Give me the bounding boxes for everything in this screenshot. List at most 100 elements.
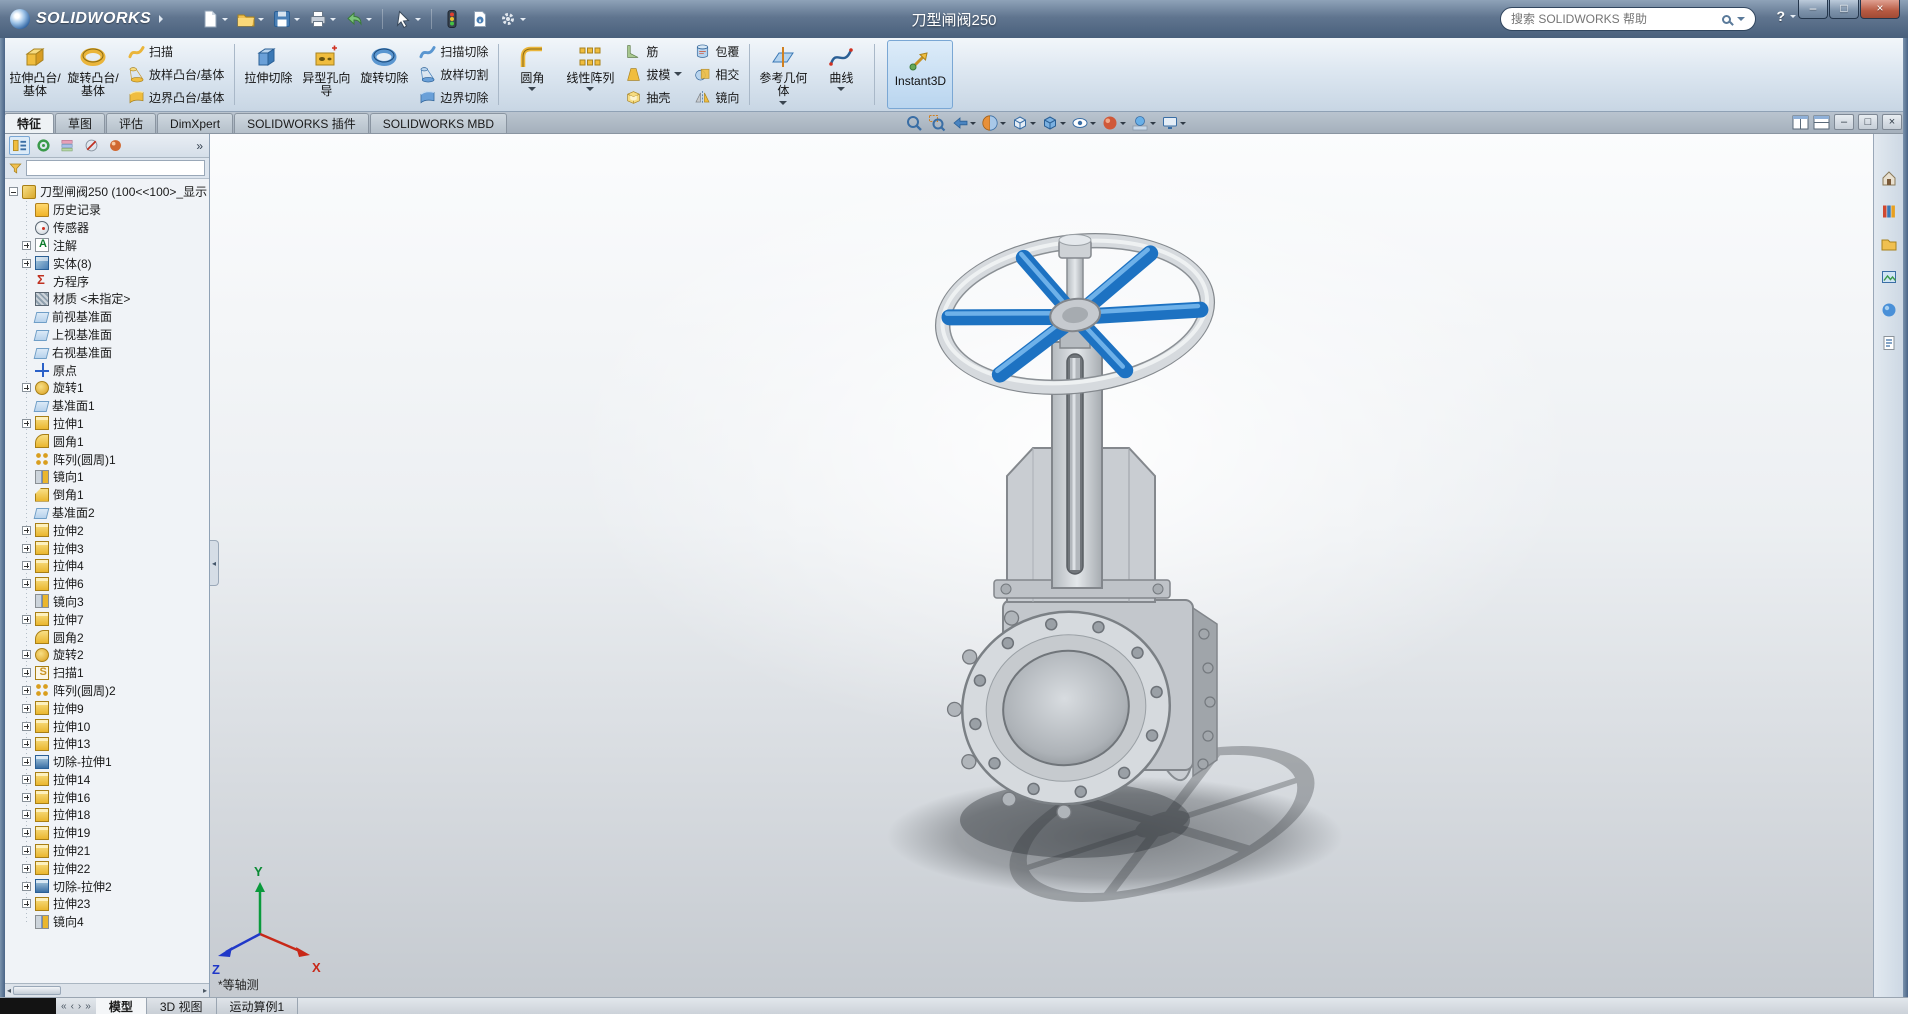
tree-item[interactable]: 传感器 <box>9 219 209 237</box>
sweep-cut-button[interactable]: 扫描切除 <box>415 41 492 62</box>
window-cascade-icon[interactable] <box>1813 115 1830 130</box>
view-palette-button[interactable] <box>1879 267 1899 287</box>
expand-toggle[interactable] <box>22 917 31 926</box>
dropdown-icon[interactable] <box>586 87 594 95</box>
expand-toggle[interactable] <box>22 775 31 784</box>
tree-item[interactable]: 基准面2 <box>9 504 209 522</box>
expand-toggle[interactable] <box>22 526 31 535</box>
tab-scroll-next-icon[interactable]: › <box>78 1001 81 1012</box>
window-tile-icon[interactable] <box>1792 115 1809 130</box>
print-button[interactable] <box>305 6 339 32</box>
file-explorer-button[interactable] <box>1879 234 1899 254</box>
fillet-button[interactable]: 圆角 <box>503 40 561 109</box>
tree-item[interactable]: 上视基准面 <box>9 326 209 344</box>
expand-toggle[interactable] <box>22 205 31 214</box>
panel-collapse-handle[interactable]: ◂ <box>210 540 219 586</box>
tree-item[interactable]: 圆角2 <box>9 628 209 646</box>
expand-toggle[interactable] <box>22 383 31 392</box>
view-orientation-button[interactable] <box>1011 114 1036 132</box>
command-tab[interactable]: 评估 <box>106 113 156 133</box>
tree-item[interactable]: 拉伸1 <box>9 415 209 433</box>
search-dropdown-icon[interactable] <box>1737 17 1745 25</box>
document-tab[interactable]: 运动算例1 <box>217 998 299 1014</box>
expand-toggle[interactable] <box>22 259 31 268</box>
apply-scene-button[interactable] <box>1131 114 1156 132</box>
scroll-right-icon[interactable]: ▸ <box>203 986 207 995</box>
expand-toggle[interactable] <box>22 899 31 908</box>
featuremanager-tree-tab[interactable] <box>9 136 30 155</box>
expand-toggle[interactable] <box>22 650 31 659</box>
solidworks-resources-button[interactable] <box>1879 168 1899 188</box>
expand-toggle[interactable] <box>22 828 31 837</box>
tree-item[interactable]: 倒角1 <box>9 486 209 504</box>
tree-item[interactable]: 拉伸18 <box>9 806 209 824</box>
hole-wizard-button[interactable]: 异型孔向导 <box>297 40 355 109</box>
configurationmanager-tab[interactable] <box>57 136 78 155</box>
rebuild-button[interactable] <box>439 6 465 32</box>
expand-toggle[interactable] <box>22 615 31 624</box>
search-input[interactable] <box>1511 12 1716 26</box>
doc-close-button[interactable]: × <box>1882 114 1902 130</box>
command-tab[interactable]: SOLIDWORKS 插件 <box>234 113 369 133</box>
dropdown-icon[interactable] <box>837 87 845 95</box>
tab-scroll-last-icon[interactable]: » <box>85 1001 91 1012</box>
zoom-to-area-button[interactable] <box>928 114 946 132</box>
tree-item[interactable]: 旋转1 <box>9 379 209 397</box>
tree-item[interactable]: 拉伸6 <box>9 575 209 593</box>
command-tab[interactable]: 特征 <box>4 113 54 133</box>
expand-toggle[interactable] <box>22 864 31 873</box>
expand-toggle[interactable] <box>22 366 31 375</box>
tree-item[interactable]: 拉伸2 <box>9 521 209 539</box>
dropdown-icon[interactable] <box>528 87 536 95</box>
extrude-cut-button[interactable]: 拉伸切除 <box>239 40 297 109</box>
loft-cut-button[interactable]: 放样切割 <box>415 64 492 85</box>
expand-toggle[interactable] <box>22 739 31 748</box>
edit-appearance-button[interactable] <box>1101 114 1126 132</box>
loft-boss-button[interactable]: 放样凸台/基体 <box>124 64 228 85</box>
tree-item[interactable]: 拉伸4 <box>9 557 209 575</box>
expand-toggle[interactable] <box>22 810 31 819</box>
expand-toggle[interactable] <box>22 472 31 481</box>
tree-item[interactable]: 切除-拉伸1 <box>9 753 209 771</box>
maximize-button[interactable]: □ <box>1829 0 1859 19</box>
tree-item[interactable]: 扫描1 <box>9 664 209 682</box>
draft-button[interactable]: 拔模 <box>621 64 686 85</box>
wrap-button[interactable]: 包覆 <box>690 41 743 62</box>
dropdown-icon[interactable] <box>779 101 787 109</box>
expand-toggle[interactable] <box>22 597 31 606</box>
tree-item[interactable]: 拉伸21 <box>9 842 209 860</box>
tree-item[interactable]: 切除-拉伸2 <box>9 877 209 895</box>
design-library-button[interactable] <box>1879 201 1899 221</box>
tree-root-item[interactable]: 刀型闸阀250 (100<<100>_显示 <box>9 182 209 201</box>
expand-toggle[interactable] <box>22 722 31 731</box>
command-tab[interactable]: SOLIDWORKS MBD <box>370 113 507 133</box>
dimxpertmanager-tab[interactable] <box>81 136 102 155</box>
boundary-cut-button[interactable]: 边界切除 <box>415 87 492 108</box>
curves-button[interactable]: 曲线 <box>812 40 870 109</box>
graphics-viewport[interactable]: Y X Z *等轴测 <box>210 134 1873 997</box>
expand-toggle[interactable] <box>22 490 31 499</box>
zoom-to-fit-button[interactable] <box>905 114 923 132</box>
command-tab[interactable]: DimXpert <box>157 113 233 133</box>
intersect-button[interactable]: 相交 <box>690 64 743 85</box>
tree-item[interactable]: 阵列(圆周)1 <box>9 450 209 468</box>
expand-toggle[interactable] <box>22 437 31 446</box>
displaymanager-tab[interactable] <box>105 136 126 155</box>
expand-toggle[interactable] <box>22 633 31 642</box>
rib-button[interactable]: 筋 <box>621 41 686 62</box>
tree-item[interactable]: 原点 <box>9 361 209 379</box>
expand-toggle[interactable] <box>22 668 31 677</box>
options-button[interactable] <box>495 6 529 32</box>
expand-toggle[interactable] <box>22 544 31 553</box>
tree-item[interactable]: 右视基准面 <box>9 343 209 361</box>
tree-item[interactable]: 拉伸9 <box>9 699 209 717</box>
instant3d-button[interactable]: Instant3D <box>887 40 953 109</box>
tree-item[interactable]: 拉伸22 <box>9 859 209 877</box>
tree-filter-input[interactable] <box>26 160 205 176</box>
search-icon[interactable] <box>1722 15 1731 24</box>
doc-restore-button[interactable]: □ <box>1858 114 1878 130</box>
expand-toggle[interactable] <box>22 561 31 570</box>
expand-toggle[interactable] <box>22 846 31 855</box>
tree-item[interactable]: 方程序 <box>9 272 209 290</box>
expand-toggle[interactable] <box>22 312 31 321</box>
